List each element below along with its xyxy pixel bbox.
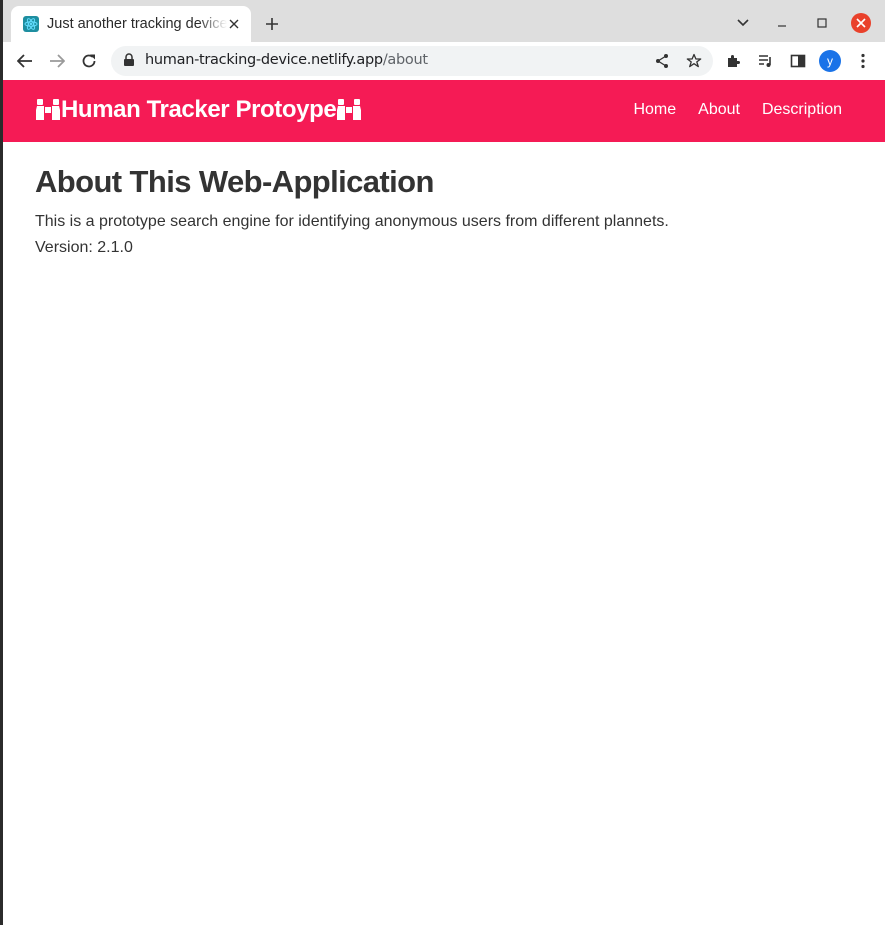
address-bar[interactable]: human-tracking-device.netlify.app/about — [111, 46, 713, 76]
side-panel-icon[interactable] — [787, 50, 809, 72]
new-tab-icon[interactable] — [261, 13, 283, 35]
minimize-icon[interactable] — [771, 12, 793, 34]
browser-toolbar: human-tracking-device.netlify.app/about … — [3, 42, 885, 80]
back-arrow-icon[interactable] — [14, 50, 36, 72]
tab-close-icon[interactable] — [225, 15, 243, 33]
url-domain: human-tracking-device.netlify.app — [145, 52, 383, 68]
url-path: /about — [382, 52, 428, 68]
browser-tab[interactable]: Just another tracking device — [11, 6, 251, 42]
nav-link-about[interactable]: About — [698, 101, 740, 119]
reload-icon[interactable] — [78, 50, 100, 72]
binoculars-icon — [336, 98, 362, 122]
close-window-icon[interactable] — [850, 12, 872, 34]
brand-title: Human Tracker Protoype — [61, 96, 337, 123]
maximize-icon[interactable] — [811, 12, 833, 34]
extensions-puzzle-icon[interactable] — [723, 50, 745, 72]
tab-strip: Just another tracking device — [3, 0, 885, 42]
bookmark-star-icon[interactable] — [683, 50, 705, 72]
page-title: About This Web-Application — [35, 164, 434, 199]
browser-chrome: Just another tracking device human-track… — [3, 0, 885, 80]
media-queue-icon[interactable] — [755, 50, 777, 72]
kebab-menu-icon[interactable] — [852, 50, 874, 72]
version-text: Version: 2.1.0 — [35, 239, 133, 256]
brand-link[interactable]: Human Tracker Protoype — [35, 96, 362, 124]
about-description: This is a prototype search engine for id… — [35, 213, 669, 230]
share-icon[interactable] — [651, 50, 673, 72]
about-content: About This Web-Application This is a pro… — [35, 164, 669, 258]
forward-arrow-icon[interactable] — [46, 50, 68, 72]
url-text: human-tracking-device.netlify.app/about — [145, 52, 428, 68]
tab-title: Just another tracking device — [47, 16, 227, 32]
nav-links: Home About Description — [611, 101, 842, 119]
binoculars-icon — [35, 98, 61, 122]
tab-search-chevron-icon[interactable] — [732, 12, 754, 34]
profile-avatar[interactable]: y — [819, 50, 841, 72]
react-atom-icon — [23, 16, 39, 32]
nav-link-home[interactable]: Home — [633, 101, 676, 119]
nav-link-description[interactable]: Description — [762, 101, 842, 119]
lock-icon — [123, 53, 137, 69]
site-navbar: Human Tracker Protoype Home About Descri… — [3, 80, 885, 142]
